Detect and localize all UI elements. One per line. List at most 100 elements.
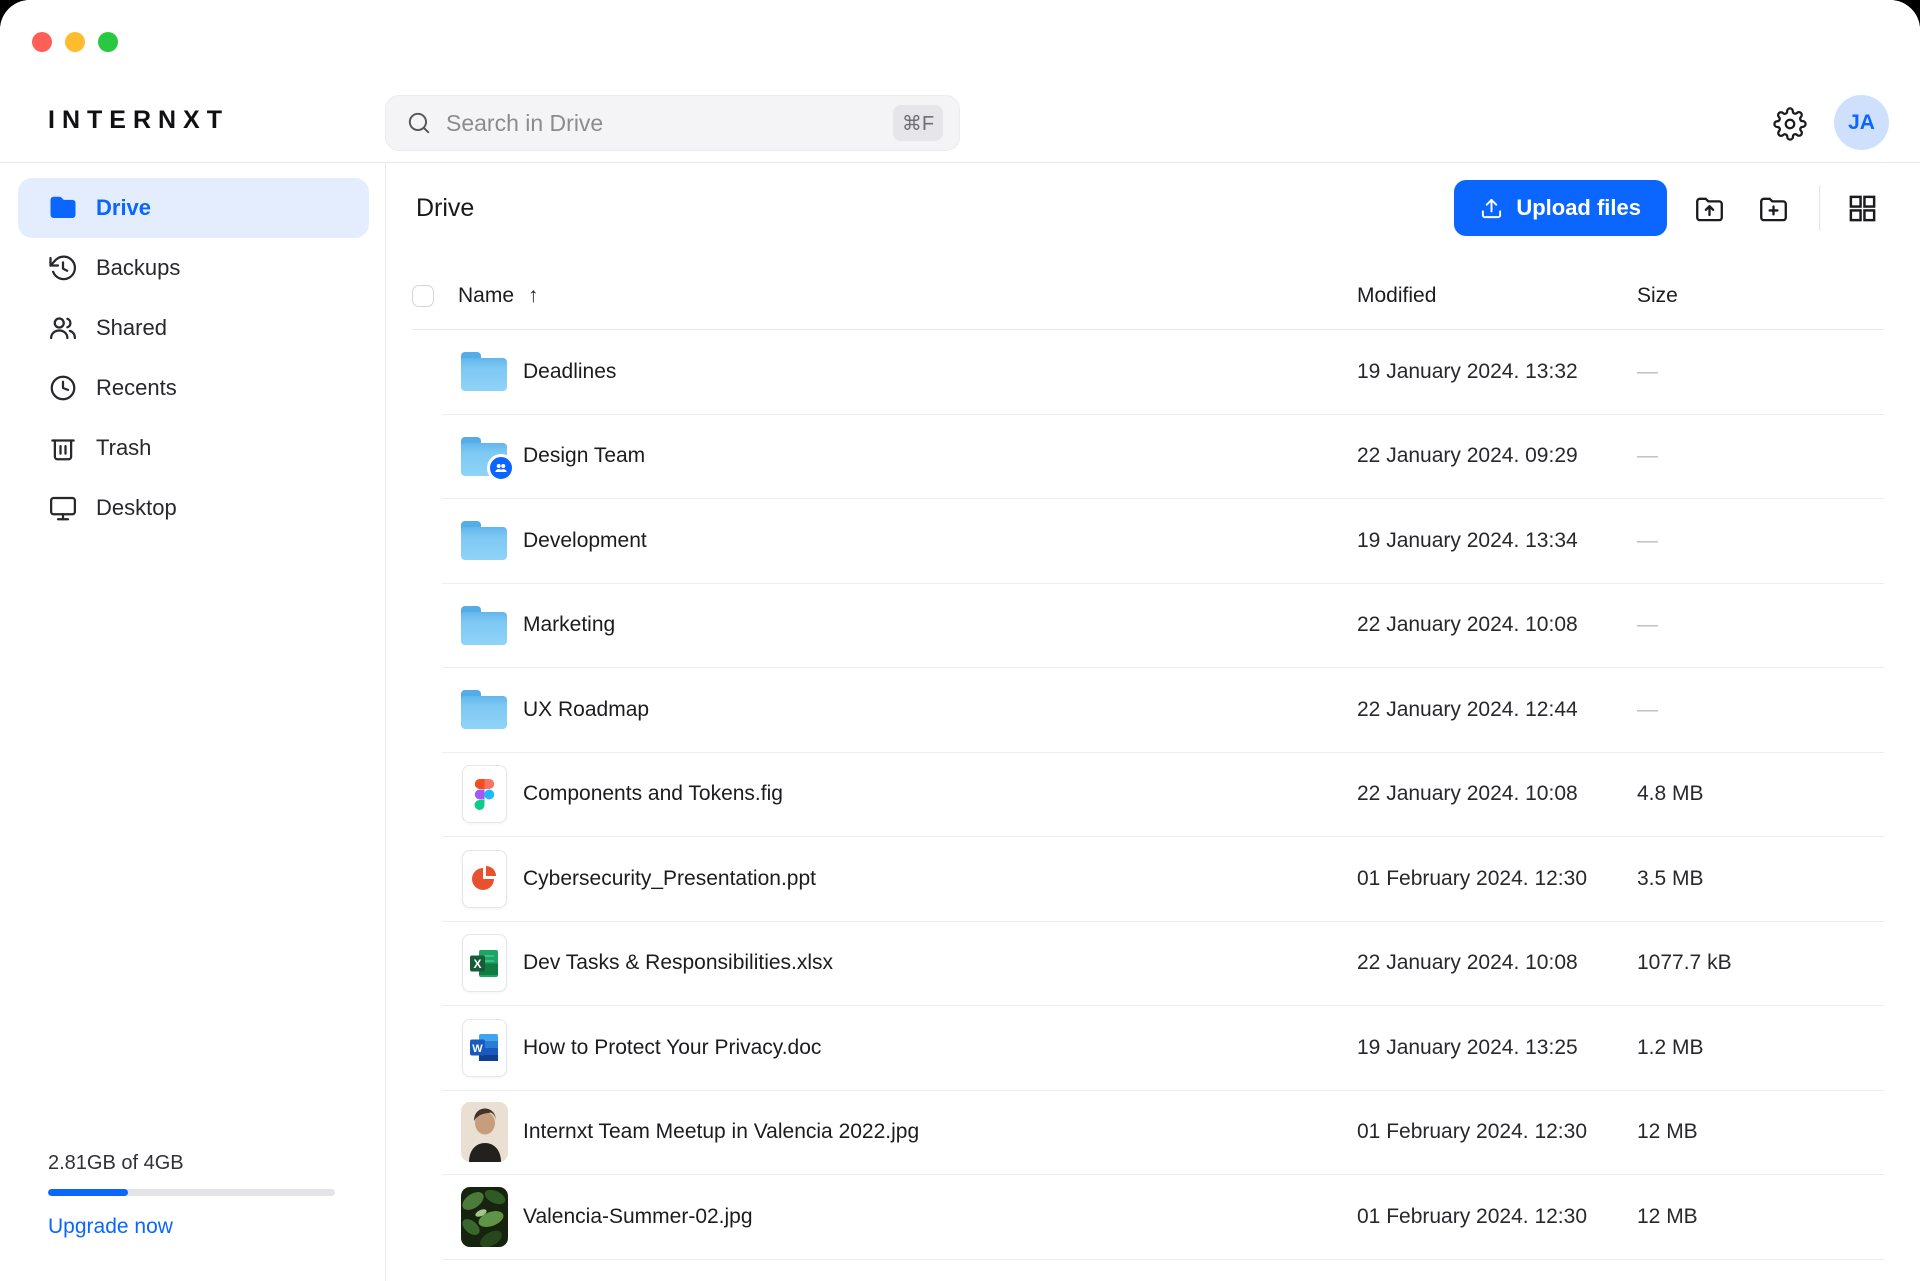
users-icon: [48, 313, 78, 343]
upgrade-now-link[interactable]: Upgrade now: [48, 1215, 173, 1239]
settings-button[interactable]: [1770, 104, 1810, 144]
grid-view-button[interactable]: [1840, 186, 1884, 230]
folder-plus-icon: [1758, 193, 1789, 224]
close-window-button[interactable]: [32, 32, 52, 52]
excel-file-icon: X: [462, 934, 507, 992]
storage-progress-fill: [48, 1189, 128, 1196]
file-size: 3.5 MB: [1637, 867, 1884, 891]
table-header: Name ↑ Modified Size: [412, 262, 1884, 330]
file-size: 12 MB: [1637, 1205, 1884, 1229]
file-name: Development: [523, 529, 1357, 553]
gear-icon: [1773, 107, 1807, 141]
file-modified: 01 February 2024. 12:30: [1357, 867, 1637, 891]
header-divider: [1819, 186, 1820, 230]
sidebar-item-drive[interactable]: Drive: [18, 178, 369, 238]
file-name: Valencia-Summer-02.jpg: [523, 1205, 1357, 1229]
page-header: Drive Upload files: [416, 180, 1884, 236]
file-modified: 22 January 2024. 09:29: [1357, 444, 1637, 468]
column-header-size[interactable]: Size: [1637, 284, 1884, 308]
file-name: Marketing: [523, 613, 1357, 637]
file-size: —: [1637, 360, 1884, 384]
main-content: Drive Upload files: [386, 163, 1920, 1281]
sidebar-item-label: Backups: [96, 255, 180, 281]
minimize-window-button[interactable]: [65, 32, 85, 52]
figma-file-icon: [462, 765, 507, 823]
shared-folder-icon: [461, 437, 507, 476]
sidebar-item-trash[interactable]: Trash: [18, 418, 369, 478]
zoom-window-button[interactable]: [98, 32, 118, 52]
column-header-modified[interactable]: Modified: [1357, 284, 1637, 308]
upload-files-button[interactable]: Upload files: [1454, 180, 1667, 236]
folder-icon: [461, 606, 507, 645]
file-modified: 19 January 2024. 13:32: [1357, 360, 1637, 384]
folder-upload-icon: [1694, 193, 1725, 224]
file-size: 12 MB: [1637, 1120, 1884, 1144]
upload-icon: [1480, 197, 1503, 220]
file-size: —: [1637, 444, 1884, 468]
folder-icon: [461, 352, 507, 391]
table-row[interactable]: W How to Protect Your Privacy.doc 19 Jan…: [442, 1006, 1884, 1091]
grid-view-icon: [1847, 193, 1878, 224]
file-modified: 22 January 2024. 10:08: [1357, 951, 1637, 975]
sidebar-item-label: Shared: [96, 315, 167, 341]
page-title: Drive: [416, 194, 474, 223]
top-bar: INTERNXT ⌘F JA: [0, 0, 1920, 163]
table-row[interactable]: Internxt Team Meetup in Valencia 2022.jp…: [442, 1091, 1884, 1176]
file-modified: 01 February 2024. 12:30: [1357, 1205, 1637, 1229]
file-modified: 22 January 2024. 10:08: [1357, 782, 1637, 806]
table-row[interactable]: UX Roadmap 22 January 2024. 12:44 —: [442, 668, 1884, 753]
sidebar: Drive Backups Shared: [0, 163, 386, 1281]
window-controls: [32, 32, 118, 52]
file-name: Cybersecurity_Presentation.ppt: [523, 867, 1357, 891]
sidebar-item-label: Desktop: [96, 495, 177, 521]
search-shortcut-badge: ⌘F: [893, 105, 943, 141]
file-modified: 19 January 2024. 13:25: [1357, 1036, 1637, 1060]
table-row[interactable]: Cybersecurity_Presentation.ppt 01 Februa…: [442, 837, 1884, 922]
header-actions: Upload files: [1454, 180, 1884, 236]
history-icon: [48, 253, 78, 283]
create-folder-button[interactable]: [1751, 186, 1795, 230]
select-all-checkbox[interactable]: [412, 285, 434, 307]
file-name: How to Protect Your Privacy.doc: [523, 1036, 1357, 1060]
file-name: Components and Tokens.fig: [523, 782, 1357, 806]
user-avatar[interactable]: JA: [1834, 95, 1889, 150]
svg-text:X: X: [473, 957, 481, 971]
file-list: Deadlines 19 January 2024. 13:32 —: [442, 330, 1884, 1260]
table-row[interactable]: X Dev Tasks & Responsibilities.xlsx 22 J…: [442, 922, 1884, 1007]
file-size: 1.2 MB: [1637, 1036, 1884, 1060]
storage-widget: 2.81GB of 4GB Upgrade now: [48, 1152, 335, 1239]
search-icon: [406, 110, 432, 136]
sidebar-item-backups[interactable]: Backups: [18, 238, 369, 298]
powerpoint-file-icon: [462, 850, 507, 908]
folder-icon: [48, 193, 78, 223]
sidebar-item-desktop[interactable]: Desktop: [18, 478, 369, 538]
image-thumbnail-portrait: [461, 1102, 508, 1162]
upload-folder-button[interactable]: [1687, 186, 1731, 230]
search-bar[interactable]: ⌘F: [385, 95, 960, 151]
sidebar-item-shared[interactable]: Shared: [18, 298, 369, 358]
table-row[interactable]: Development 19 January 2024. 13:34 —: [442, 499, 1884, 584]
sidebar-nav: Drive Backups Shared: [0, 163, 385, 538]
svg-text:W: W: [472, 1043, 483, 1055]
table-row[interactable]: Design Team 22 January 2024. 09:29 —: [442, 415, 1884, 500]
shared-badge: [487, 454, 515, 482]
folder-icon: [461, 521, 507, 560]
file-size: —: [1637, 613, 1884, 637]
sidebar-item-recents[interactable]: Recents: [18, 358, 369, 418]
internxt-logo: INTERNXT: [48, 106, 229, 135]
table-row[interactable]: Deadlines 19 January 2024. 13:32 —: [442, 330, 1884, 415]
folder-icon: [461, 690, 507, 729]
file-name: Dev Tasks & Responsibilities.xlsx: [523, 951, 1357, 975]
table-row[interactable]: Marketing 22 January 2024. 10:08 —: [442, 584, 1884, 669]
file-modified: 01 February 2024. 12:30: [1357, 1120, 1637, 1144]
table-row[interactable]: Components and Tokens.fig 22 January 202…: [442, 753, 1884, 838]
column-header-name[interactable]: Name ↑: [458, 284, 1357, 308]
file-modified: 22 January 2024. 10:08: [1357, 613, 1637, 637]
file-name: Deadlines: [523, 360, 1357, 384]
sidebar-item-label: Trash: [96, 435, 151, 461]
file-name: Internxt Team Meetup in Valencia 2022.jp…: [523, 1120, 1357, 1144]
table-row[interactable]: Valencia-Summer-02.jpg 01 February 2024.…: [442, 1175, 1884, 1260]
search-input[interactable]: [446, 110, 893, 137]
sidebar-item-label: Drive: [96, 195, 151, 221]
file-size: 4.8 MB: [1637, 782, 1884, 806]
